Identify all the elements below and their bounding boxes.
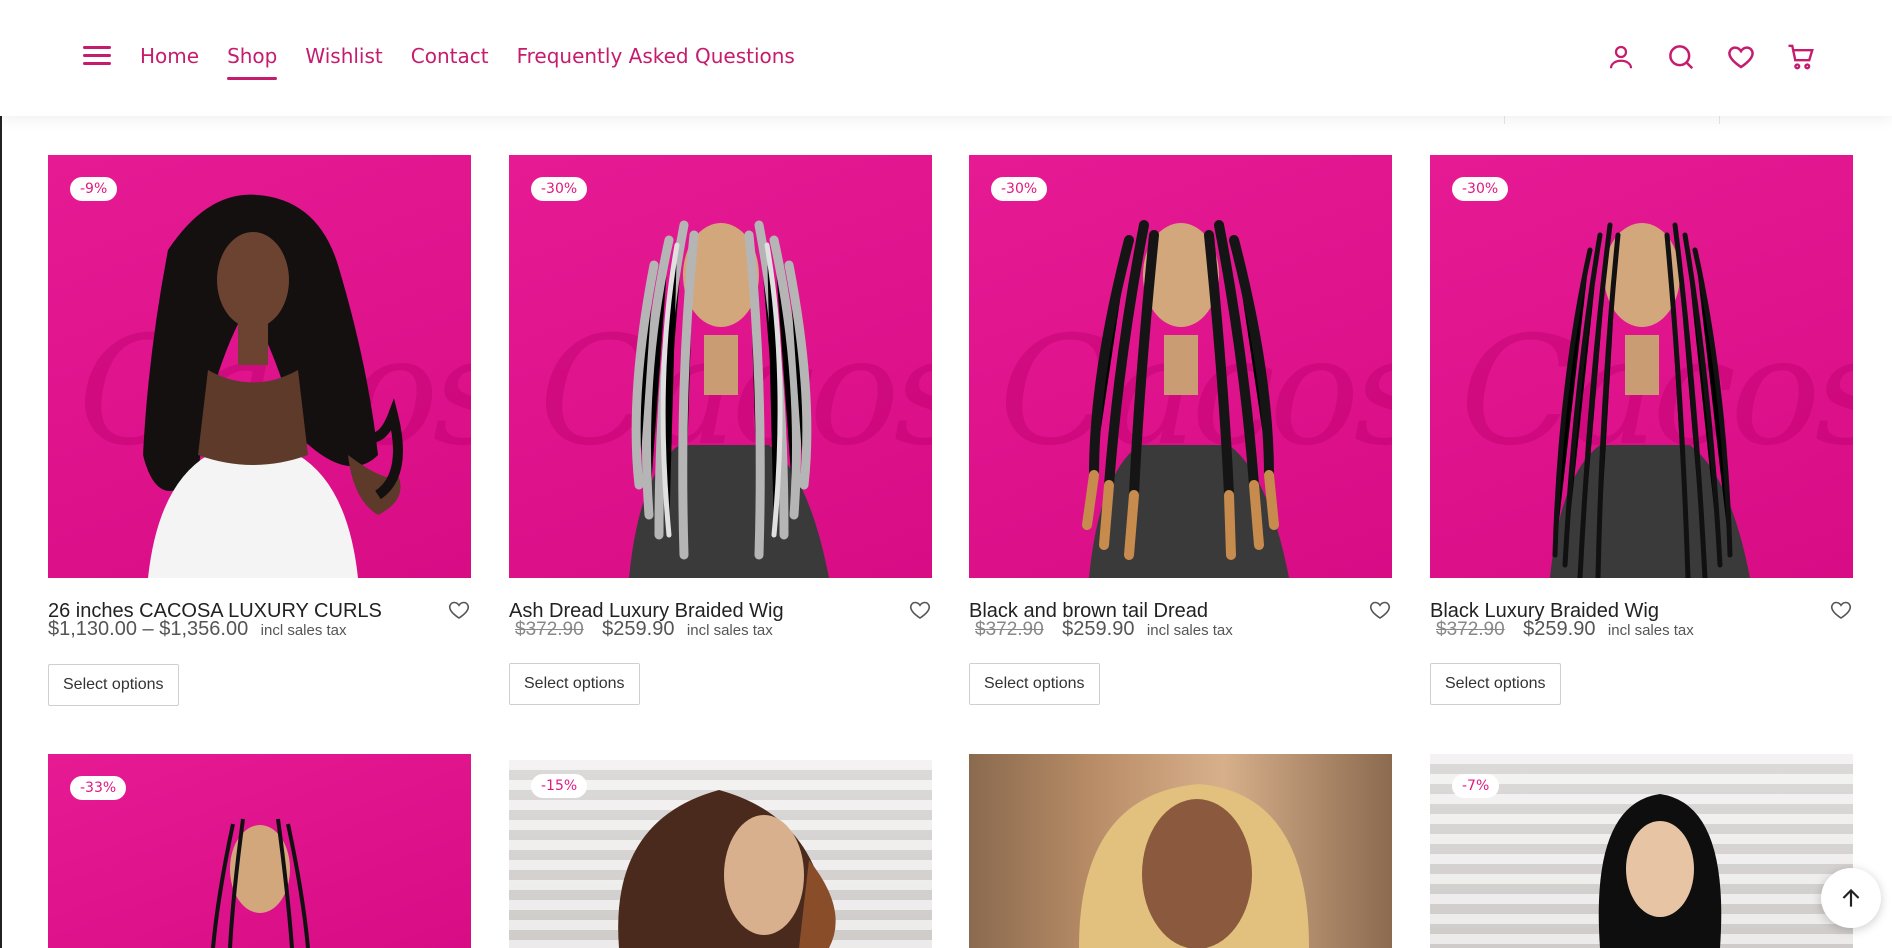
discount-badge: -30% — [991, 177, 1048, 201]
product-image[interactable] — [969, 754, 1392, 948]
wishlist-heart-icon[interactable] — [908, 598, 932, 622]
product-card — [969, 754, 1392, 948]
tax-note: incl sales tax — [260, 622, 347, 639]
arrow-up-icon — [1842, 888, 1860, 907]
product-card: Cacosa -30% Ash Dread Luxury Braided Wig — [509, 155, 932, 728]
discount-badge: -15% — [531, 774, 588, 798]
old-price: $372.90 — [975, 619, 1044, 640]
product-image[interactable]: Cacosa -30% — [969, 155, 1392, 578]
sale-price: $259.90 — [1523, 618, 1596, 640]
site-header: Home Shop Wishlist Contact Frequently As… — [0, 0, 1892, 116]
price-row: $1,130.00 – $1,356.00 incl sales tax — [48, 618, 347, 641]
price-row: $372.90 $259.90 incl sales tax — [969, 618, 1233, 641]
main-nav: Home Shop Wishlist Contact Frequently As… — [140, 44, 823, 80]
product-image[interactable]: -15% — [509, 760, 932, 948]
cart-icon[interactable] — [1784, 40, 1818, 74]
discount-badge: -30% — [531, 177, 588, 201]
window-edge — [0, 0, 2, 948]
account-icon[interactable] — [1604, 40, 1638, 74]
model-photo — [1550, 222, 1750, 578]
wishlist-heart-icon[interactable] — [447, 598, 471, 622]
heart-icon[interactable] — [1724, 40, 1758, 74]
product-card: Cacosa -9% 26 inches CACOSA LUXURY CURLS… — [48, 155, 471, 728]
wishlist-heart-icon[interactable] — [1368, 598, 1392, 622]
search-icon[interactable] — [1664, 40, 1698, 74]
discount-badge: -7% — [1452, 774, 1500, 798]
product-image[interactable]: Cacosa -30% — [509, 155, 932, 578]
product-card: Cacosa -30% Black Luxury Braided Wig $37… — [1430, 155, 1853, 728]
select-options-button[interactable]: Select options — [969, 663, 1100, 705]
model-photo — [629, 220, 829, 578]
nav-contact[interactable]: Contact — [411, 44, 489, 76]
header-icons — [1604, 40, 1818, 74]
nav-shop[interactable]: Shop — [227, 44, 278, 80]
select-options-button[interactable]: Select options — [48, 664, 179, 706]
product-card: -7% — [1430, 754, 1853, 948]
product-image[interactable]: Cacosa -30% — [1430, 155, 1853, 578]
sale-price: $259.90 — [1062, 618, 1135, 640]
product-card: -33% — [48, 754, 471, 948]
product-card: Cacosa -30% Black and brown tail Dread — [969, 155, 1392, 728]
discount-badge: -9% — [70, 177, 118, 201]
old-price: $372.90 — [1436, 619, 1505, 640]
sale-price: $259.90 — [602, 618, 675, 640]
discount-badge: -30% — [1452, 177, 1509, 201]
product-image[interactable]: -33% — [48, 754, 471, 948]
select-options-button[interactable]: Select options — [509, 663, 640, 705]
product-image[interactable]: -7% — [1430, 754, 1853, 948]
menu-icon[interactable] — [83, 46, 111, 66]
product-image[interactable]: Cacosa -9% — [48, 155, 471, 578]
model-photo — [1079, 784, 1309, 948]
wishlist-heart-icon[interactable] — [1829, 598, 1853, 622]
old-price: $372.90 — [515, 619, 584, 640]
nav-faq[interactable]: Frequently Asked Questions — [517, 44, 795, 76]
price-range: $1,130.00 – $1,356.00 — [48, 618, 249, 640]
nav-home[interactable]: Home — [140, 44, 199, 76]
model-photo — [143, 194, 403, 578]
select-options-button[interactable]: Select options — [1430, 663, 1561, 705]
model-photo — [1082, 220, 1289, 578]
tax-note: incl sales tax — [1607, 622, 1694, 639]
discount-badge: -33% — [70, 776, 127, 800]
tax-note: incl sales tax — [686, 622, 773, 639]
tax-note: incl sales tax — [1146, 622, 1233, 639]
product-card: -15% — [509, 760, 932, 948]
price-row: $372.90 $259.90 incl sales tax — [509, 618, 773, 641]
price-row: $372.90 $259.90 incl sales tax — [1430, 618, 1694, 641]
scroll-to-top-button[interactable] — [1821, 868, 1881, 928]
nav-wishlist[interactable]: Wishlist — [305, 44, 382, 76]
